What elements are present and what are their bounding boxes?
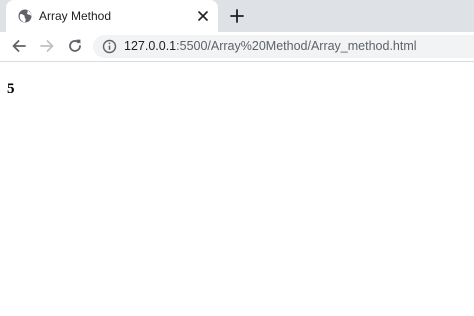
tab-title: Array Method: [39, 9, 112, 23]
url-text: 127.0.0.1:5500/Array%20Method/Array_meth…: [124, 39, 417, 54]
back-arrow-icon[interactable]: [9, 36, 29, 56]
tab-strip: Array Method: [0, 0, 474, 32]
globe-icon: [17, 8, 33, 24]
url-path: :5500/Array%20Method/Array_method.html: [176, 39, 417, 53]
plus-icon[interactable]: [226, 5, 248, 27]
address-bar[interactable]: 127.0.0.1:5500/Array%20Method/Array_meth…: [93, 35, 474, 58]
url-host: 127.0.0.1: [124, 39, 177, 53]
page-content: 5: [0, 62, 474, 316]
reload-icon[interactable]: [65, 36, 85, 56]
browser-toolbar: 127.0.0.1:5500/Array%20Method/Array_meth…: [0, 32, 474, 62]
forward-arrow-icon[interactable]: [37, 36, 57, 56]
close-tab-icon[interactable]: [195, 8, 211, 24]
browser-tab[interactable]: Array Method: [6, 0, 218, 32]
info-icon[interactable]: [102, 39, 117, 54]
output-text: 5: [7, 81, 15, 97]
